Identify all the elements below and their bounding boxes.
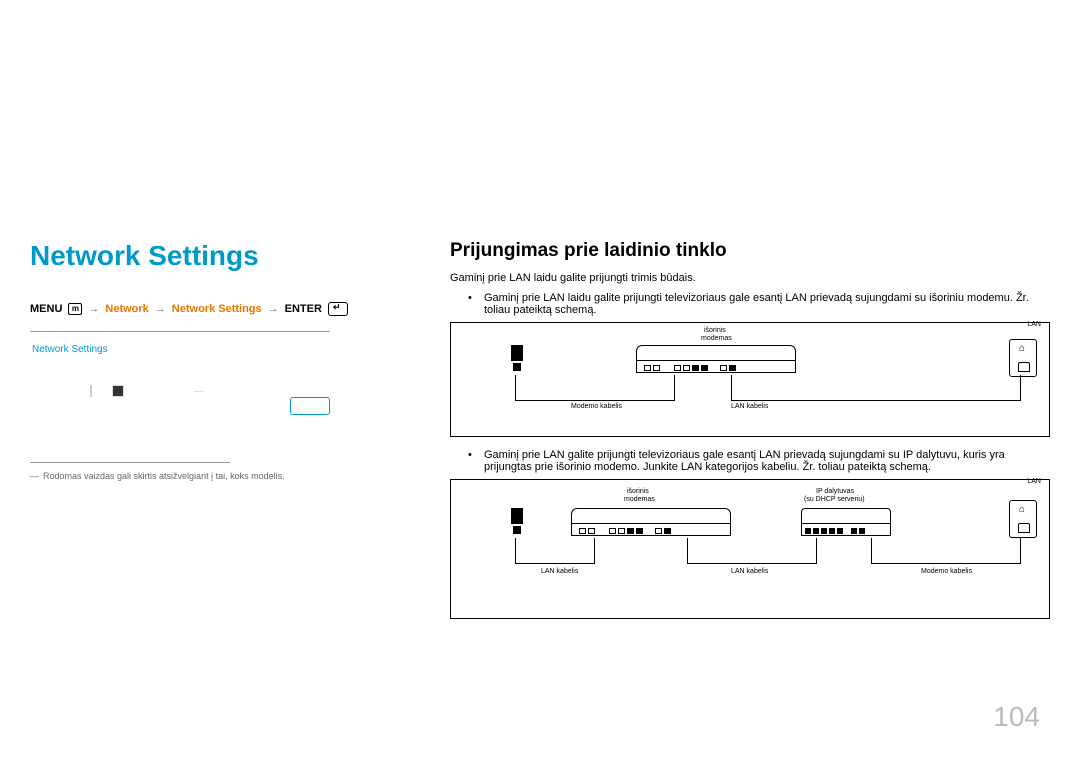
lan-port-icon [511,345,523,361]
menu-screenshot: Network Settings — [30,331,330,437]
footnote: ―Rodomas vaizdas gali skirtis atsižvelgi… [30,471,410,481]
router-label: (su DHCP serveriu) [804,496,865,503]
cable [515,538,595,564]
bullet-item-2: • Gaminį prie LAN galite prijungti telev… [450,449,1050,473]
intro-text: Gaminį prie LAN laidu galite prijungti t… [450,272,1050,284]
breadcrumb-enter: ENTER [285,303,322,315]
lan-label: LAN [1027,321,1041,328]
cable [687,538,817,564]
router-icon [801,508,891,536]
breadcrumb: MENU m → Network → Network Settings → EN… [30,302,410,316]
connection-diagram-1: LAN išorinis modemas Modemo kabelis LAN … [450,322,1050,437]
lan-label: LAN [1027,478,1041,485]
section-title: Network Settings [30,240,410,272]
modem-label: išorinis [627,488,649,495]
separator [30,462,230,463]
menu-screenshot-title: Network Settings [30,340,330,385]
start-button [290,397,330,415]
lan-port-icon [511,508,523,524]
modem-label: modemas [701,335,732,342]
breadcrumb-network: Network [105,303,148,315]
router-label: IP dalytuvas [816,488,854,495]
cable-label: LAN kabelis [541,568,578,575]
cable [871,538,1021,564]
bullet-item-1: • Gaminį prie LAN laidu galite prijungti… [450,292,1050,316]
cable [515,375,675,401]
cable-label: Modemo kabelis [571,403,622,410]
modem-icon [571,508,731,536]
cable-label: Modemo kabelis [921,568,972,575]
menu-icon: m [68,303,82,315]
arrow-icon: → [155,303,166,315]
wall-jack-icon [1009,500,1037,538]
breadcrumb-settings: Network Settings [172,303,262,315]
enter-icon [328,302,348,316]
modem-icon [636,345,796,373]
lan-plug-icon [513,363,521,371]
arrow-icon: → [268,303,279,315]
cable-label: LAN kabelis [731,568,768,575]
cable [731,375,1021,401]
modem-label: modemas [624,496,655,503]
wall-jack-icon [1009,339,1037,377]
cable-label: LAN kabelis [731,403,768,410]
subheading: Prijungimas prie laidinio tinklo [450,240,1050,262]
lan-plug-icon [513,526,521,534]
arrow-icon: → [88,303,99,315]
modem-label: išorinis [704,327,726,334]
breadcrumb-menu: MENU [30,303,62,315]
menu-row: — [30,385,330,397]
connection-diagram-2: LAN išorinis modemas IP dalytuvas (su DH… [450,479,1050,619]
page-number: 104 [993,701,1040,733]
